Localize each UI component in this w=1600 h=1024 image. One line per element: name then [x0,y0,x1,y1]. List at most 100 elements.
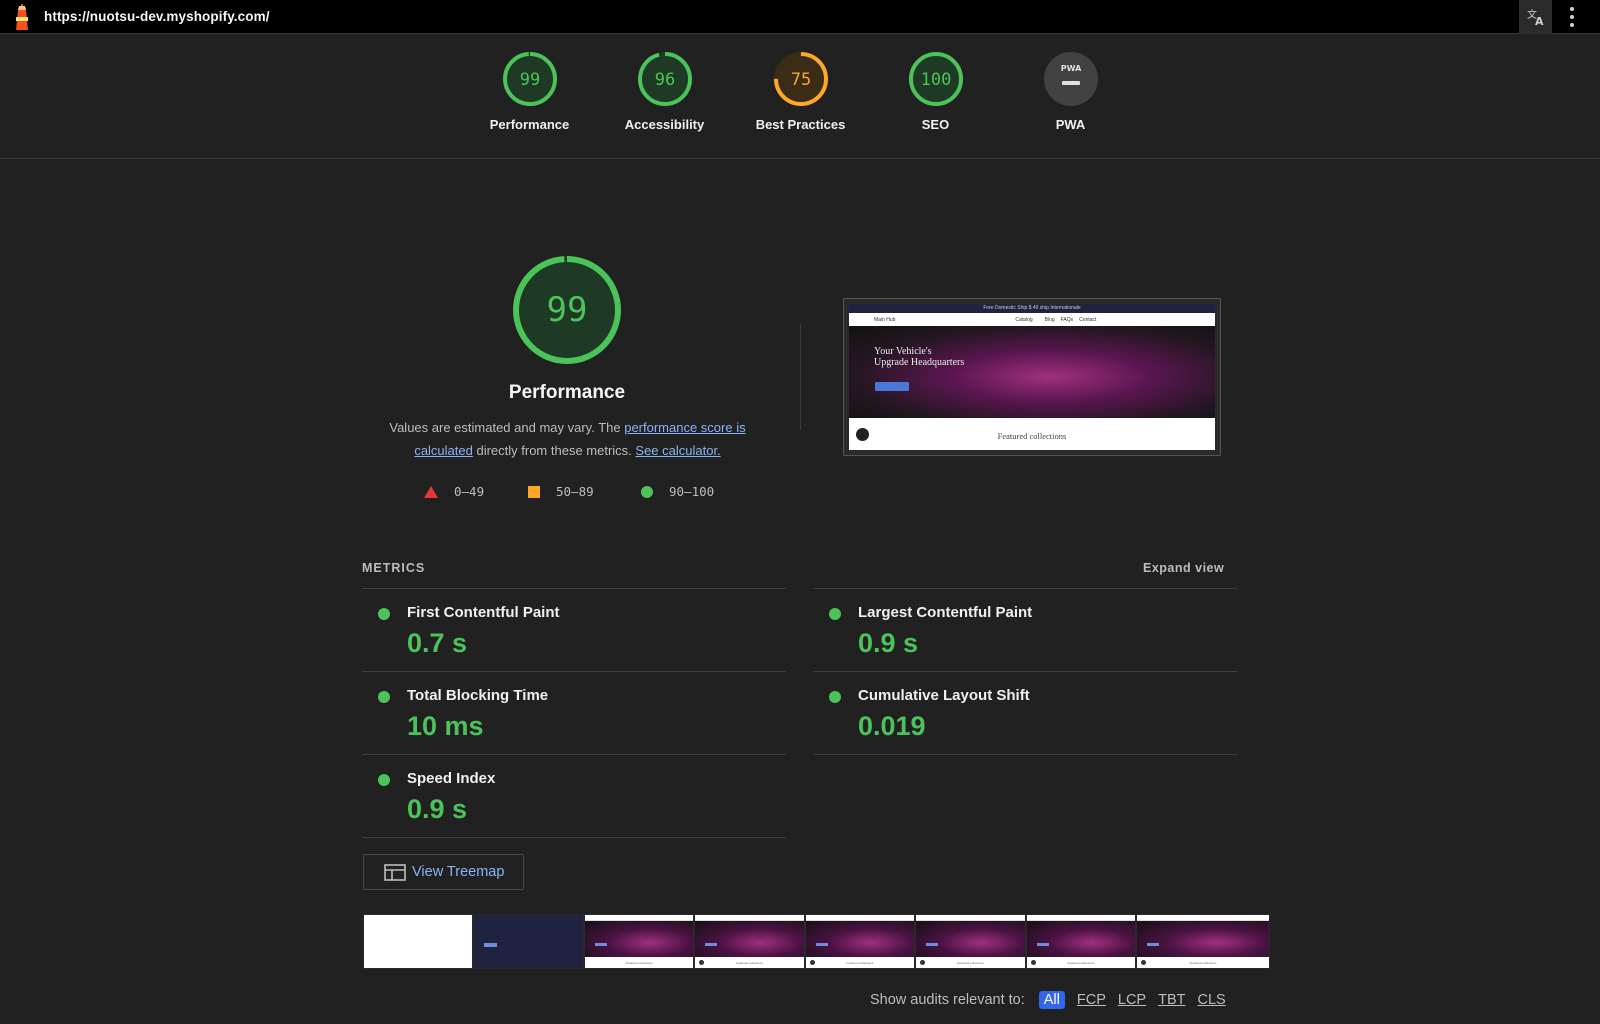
see-calculator-link[interactable]: See calculator. [635,443,720,458]
filter-chip-tbt[interactable]: TBT [1158,992,1185,1008]
metric-tbt: Total Blocking Time 10 ms [362,671,786,755]
pwa-badge-text: PWA [1060,64,1081,73]
expand-view-toggle[interactable]: Expand view [1143,561,1224,575]
metric-label: Total Blocking Time [407,687,549,704]
filmstrip-frame: Featured collections [694,914,805,969]
thumb-hero-button [875,382,909,391]
more-vert-icon [1570,5,1574,29]
gauge-ring: 75 [773,52,828,106]
triangle-icon [424,485,438,498]
filter-chip-all[interactable]: All [1038,991,1065,1009]
thumb-nav: Main Hub Catalog Blog FAQs Contact [849,313,1215,326]
metric-value: 0.9 s [858,628,919,658]
metric-value: 0.7 s [407,628,468,658]
filter-chip-cls[interactable]: CLS [1198,992,1226,1008]
metric-fcp: First Contentful Paint 0.7 s [362,588,786,672]
gauge-label: Accessibility [624,117,705,132]
filmstrip-frame: Featured collections [1025,914,1137,969]
performance-description: Values are estimated and may vary. The p… [370,417,765,462]
report-url[interactable]: https://nuotsu-dev.myshopify.com/ [44,9,270,24]
pass-dot-icon [378,691,390,703]
square-icon [528,485,540,498]
gauge-pwa[interactable]: PWA PWA [1003,51,1138,132]
gauge-score: 100 [920,70,951,90]
metrics-header: METRICS [362,561,426,575]
lighthouse-logo-icon [16,4,28,30]
thumb-hero-text: Your Vehicle's Upgrade Headquarters [874,346,964,368]
metric-value: 10 ms [407,711,484,741]
gauge-score: 75 [790,70,810,90]
legend-range: 90–100 [669,484,715,499]
gauge-label: Performance [489,117,570,132]
thumb-brand: Main Hub [874,316,896,323]
filmstrip-frame [363,914,474,969]
performance-main-gauge: 99 [513,256,621,364]
treemap-icon [384,863,406,881]
legend-pass: 90–100 [641,484,714,499]
gauge-best-practices[interactable]: 75 Best Practices [733,51,868,132]
thumb-hero: Your Vehicle's Upgrade Headquarters [849,326,1215,418]
metrics-divider [813,754,1237,755]
metrics-divider [362,837,786,838]
filter-chip-lcp[interactable]: LCP [1118,992,1146,1008]
circle-icon [641,485,653,498]
gauge-ring: 100 [908,52,963,106]
legend-range: 50–89 [556,484,594,499]
gauge-label: PWA [1055,117,1086,132]
gauge-ring: 96 [637,52,692,106]
svg-text:A: A [1535,15,1544,27]
pass-dot-icon [378,608,390,620]
gauge-label: SEO [921,117,950,132]
thumb-nav-link: FAQs [1060,316,1074,323]
thumb-nav-link: Catalog [1015,316,1033,323]
gauge-label: Best Practices [755,117,846,132]
metric-value: 0.019 [858,711,926,741]
thumb-hero-line: Upgrade Headquarters [874,357,965,368]
thumb-banner: Free Domestic Ship $ 49 ship Internation… [849,304,1215,313]
final-screenshot[interactable]: Free Domestic Ship $ 49 ship Internation… [843,298,1221,456]
legend-fail: 0–49 [424,484,484,499]
filmstrip-frame: Featured collections [915,914,1026,969]
desc-text-2: directly from these metrics. [472,442,636,458]
more-menu-button[interactable] [1560,0,1584,34]
thumb-featured: Featured collections [849,418,1215,450]
gauge-ring: 99 [502,52,557,106]
filter-chip-fcp[interactable]: FCP [1077,992,1106,1008]
filmstrip-frame: Featured collections [804,914,916,969]
metric-label: Cumulative Layout Shift [858,687,1030,704]
gauge-score: 99 [519,70,539,90]
view-treemap-label: View Treemap [412,864,505,880]
pass-dot-icon [829,608,841,620]
pass-dot-icon [378,774,390,786]
desc-text-1: Values are estimated and may vary. The [389,420,625,435]
performance-score: 99 [547,290,588,330]
metric-lcp: Largest Contentful Paint 0.9 s [813,588,1237,672]
pwa-badge-icon: PWA [1043,52,1098,106]
translate-icon: 文 A [1527,8,1544,27]
filmstrip-frame: Featured collections [1136,914,1270,969]
gauge-seo[interactable]: 100 SEO [868,51,1003,132]
translate-button[interactable]: 文 A [1519,0,1552,34]
audit-filter: Show audits relevant to: All FCP LCP TBT… [870,991,1238,1009]
thumb-nav-link: Blog [1044,316,1055,323]
metric-cls: Cumulative Layout Shift 0.019 [813,671,1237,755]
filmstrip-frame: Featured collections [583,914,695,969]
performance-title: Performance [508,382,626,403]
thumb-nav-link: Contact [1079,316,1097,323]
score-header: 99 Performance 96 Accessibility 75 Best … [0,34,1600,159]
thumb-chat-icon [856,428,869,441]
metric-value: 0.9 s [407,794,468,824]
thumb-featured-text: Featured collections [997,431,1067,441]
view-treemap-button[interactable]: View Treemap [363,854,524,890]
gauge-score: 96 [654,70,674,90]
pass-dot-icon [829,691,841,703]
metric-label: First Contentful Paint [407,604,560,621]
audit-filter-label: Show audits relevant to: [870,992,1025,1008]
thumb-hero-line: Your Vehicle's [874,346,932,357]
legend-range: 0–49 [454,484,485,499]
top-bar: https://nuotsu-dev.myshopify.com/ 文 A [0,0,1600,34]
gauge-accessibility[interactable]: 96 Accessibility [597,51,732,132]
gauge-performance[interactable]: 99 Performance [462,51,597,132]
metric-si: Speed Index 0.9 s [362,754,786,838]
metric-label: Speed Index [407,770,496,787]
